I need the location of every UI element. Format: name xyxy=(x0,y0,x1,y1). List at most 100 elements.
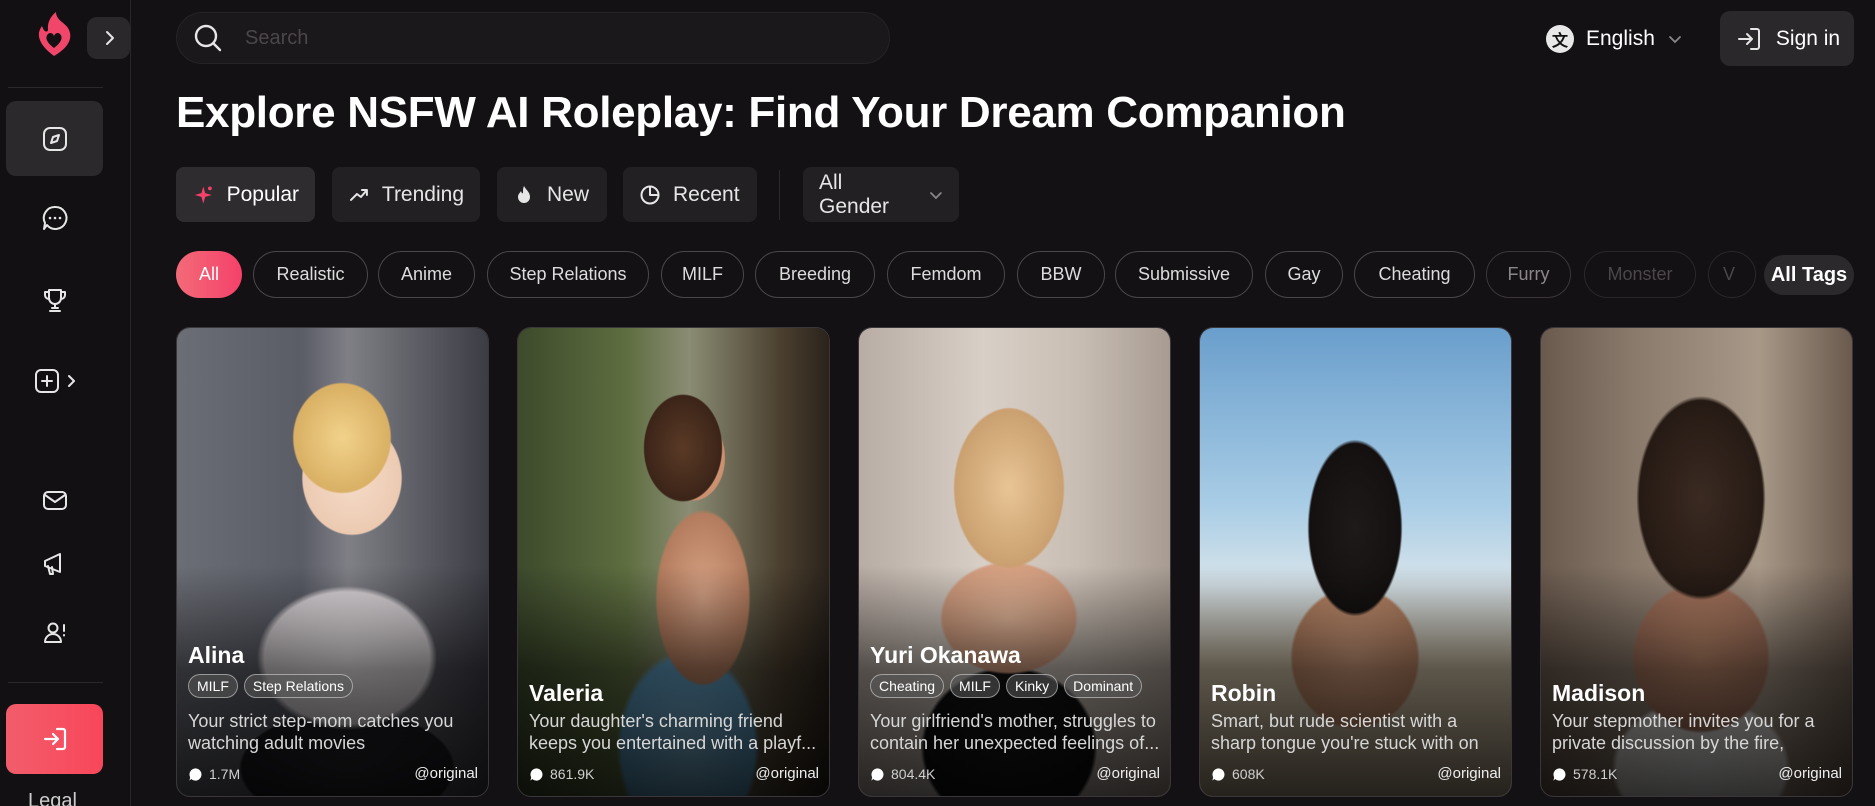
tag-chip-all[interactable]: All xyxy=(176,251,242,298)
tab-divider xyxy=(779,170,780,220)
card-tag[interactable]: Dominant xyxy=(1064,674,1143,698)
character-card[interactable]: Robin Smart, but rude scientist with a s… xyxy=(1199,327,1512,797)
plus-square-icon xyxy=(34,368,59,393)
sidebar-item-create[interactable] xyxy=(6,343,103,418)
chat-count: 804.4K xyxy=(891,766,936,782)
compass-icon xyxy=(42,126,67,151)
card-tag[interactable]: Step Relations xyxy=(243,674,353,698)
flame-icon xyxy=(518,185,530,203)
sidebar-item-leaderboard[interactable] xyxy=(6,262,103,337)
character-card[interactable]: Yuri Okanawa Cheating MILF Kinky Dominan… xyxy=(858,327,1171,797)
gender-filter-dropdown[interactable]: All Gender xyxy=(803,167,959,222)
card-author[interactable]: @original xyxy=(1096,765,1160,782)
tag-chip-bbw[interactable]: BBW xyxy=(1017,251,1105,298)
card-description: Your stepmother invites you for a privat… xyxy=(1552,711,1815,753)
card-tags: Cheating MILF Kinky Dominant xyxy=(870,674,1143,698)
tab-trending[interactable]: Trending xyxy=(332,167,480,222)
card-description: Your daughter's charming friend keeps yo… xyxy=(529,711,817,753)
sidebar: Legal xyxy=(0,0,131,806)
page-title: Explore NSFW AI Roleplay: Find Your Drea… xyxy=(176,88,1346,137)
tab-popular[interactable]: Popular xyxy=(176,167,315,222)
card-tag[interactable]: MILF xyxy=(950,674,1000,698)
tag-chip-milf[interactable]: MILF xyxy=(661,251,744,298)
tab-label: New xyxy=(547,182,590,206)
search-icon xyxy=(194,24,222,52)
translate-icon: 文 xyxy=(1546,25,1574,53)
language-label: English xyxy=(1586,27,1655,50)
tag-chip-submissive[interactable]: Submissive xyxy=(1115,251,1253,298)
card-tag[interactable]: Kinky xyxy=(1005,674,1059,698)
tag-chip-cheating[interactable]: Cheating xyxy=(1354,251,1475,298)
chevron-down-icon xyxy=(930,191,942,199)
card-author[interactable]: @original xyxy=(414,765,478,782)
sidebar-divider xyxy=(8,87,103,88)
signin-button[interactable]: Sign in xyxy=(1720,11,1854,66)
login-button[interactable] xyxy=(6,704,103,774)
sidebar-item-explore[interactable] xyxy=(6,101,103,176)
card-description: Your girlfriend's mother, struggles to c… xyxy=(870,711,1160,753)
tab-label: Trending xyxy=(381,182,464,206)
legal-link[interactable]: Legal xyxy=(28,790,77,806)
sidebar-item-announcements[interactable] xyxy=(6,526,103,601)
card-chat-count: 861.9K xyxy=(529,766,594,782)
sidebar-item-chats[interactable] xyxy=(6,180,103,255)
tag-chip-furry[interactable]: Furry xyxy=(1486,251,1571,298)
character-card[interactable]: Madison Your stepmother invites you for … xyxy=(1540,327,1853,797)
card-author[interactable]: @original xyxy=(1437,765,1501,782)
card-tag[interactable]: Cheating xyxy=(870,674,945,698)
chevron-right-icon xyxy=(67,374,75,387)
chat-count: 861.9K xyxy=(550,766,595,782)
sparkle-icon xyxy=(194,186,212,203)
card-name: Robin xyxy=(1211,680,1277,706)
tag-chip-gay[interactable]: Gay xyxy=(1265,251,1343,298)
chevron-right-icon xyxy=(105,31,114,45)
tag-chip-anime[interactable]: Anime xyxy=(378,251,475,298)
card-description: Your strict step-mom catches you watchin… xyxy=(188,711,454,753)
tab-recent[interactable]: Recent xyxy=(623,167,757,222)
card-name: Valeria xyxy=(529,680,604,706)
tag-chip-breeding[interactable]: Breeding xyxy=(755,251,875,298)
card-description: Smart, but rude scientist with a sharp t… xyxy=(1211,711,1479,753)
search-input[interactable] xyxy=(245,26,865,50)
tab-label: Recent xyxy=(673,182,740,206)
card-chat-count: 804.4K xyxy=(870,766,935,782)
search-bar[interactable] xyxy=(176,12,890,64)
chat-count: 608K xyxy=(1232,766,1265,782)
login-icon xyxy=(43,727,66,751)
trophy-icon xyxy=(43,288,66,312)
chat-bubble-icon xyxy=(530,767,543,781)
language-selector[interactable]: 文 English xyxy=(1546,18,1683,60)
login-icon xyxy=(1737,27,1760,50)
card-tag[interactable]: MILF xyxy=(188,674,238,698)
signin-label: Sign in xyxy=(1775,26,1841,50)
tag-chip-realistic[interactable]: Realistic xyxy=(253,251,368,298)
card-author[interactable]: @original xyxy=(755,765,819,782)
card-chat-count: 1.7M xyxy=(188,766,240,782)
chat-bubble-icon xyxy=(1212,767,1225,781)
card-name: Yuri Okanawa xyxy=(870,642,1021,668)
all-tags-button[interactable]: All Tags xyxy=(1764,255,1854,295)
card-author[interactable]: @original xyxy=(1778,765,1842,782)
expand-sidebar-button[interactable] xyxy=(87,17,130,59)
gender-filter-label: All Gender xyxy=(819,170,890,218)
sidebar-item-profile[interactable] xyxy=(6,594,103,669)
card-name: Alina xyxy=(188,642,245,668)
character-card[interactable]: Valeria Your daughter's charming friend … xyxy=(517,327,830,797)
chat-count: 1.7M xyxy=(209,766,241,782)
card-chat-count: 608K xyxy=(1211,766,1265,782)
chevron-down-icon xyxy=(1668,36,1681,44)
tag-chip-step-relations[interactable]: Step Relations xyxy=(487,251,649,298)
card-name: Madison xyxy=(1552,680,1646,706)
user-alert-icon xyxy=(43,622,65,643)
clock-icon xyxy=(640,185,660,204)
trend-up-icon xyxy=(349,188,368,201)
tab-label: Popular xyxy=(226,182,299,206)
logo-icon[interactable] xyxy=(34,8,74,60)
chat-bubble-icon xyxy=(1553,767,1566,781)
tag-chip-monster[interactable]: Monster xyxy=(1584,251,1696,298)
tag-chip-femdom[interactable]: Femdom xyxy=(887,251,1005,298)
character-card[interactable]: Alina MILF Step Relations Your strict st… xyxy=(176,327,489,797)
chat-bubble-icon xyxy=(42,205,67,230)
tag-chip-partial[interactable]: V xyxy=(1708,251,1756,298)
tab-new[interactable]: New xyxy=(497,167,607,222)
